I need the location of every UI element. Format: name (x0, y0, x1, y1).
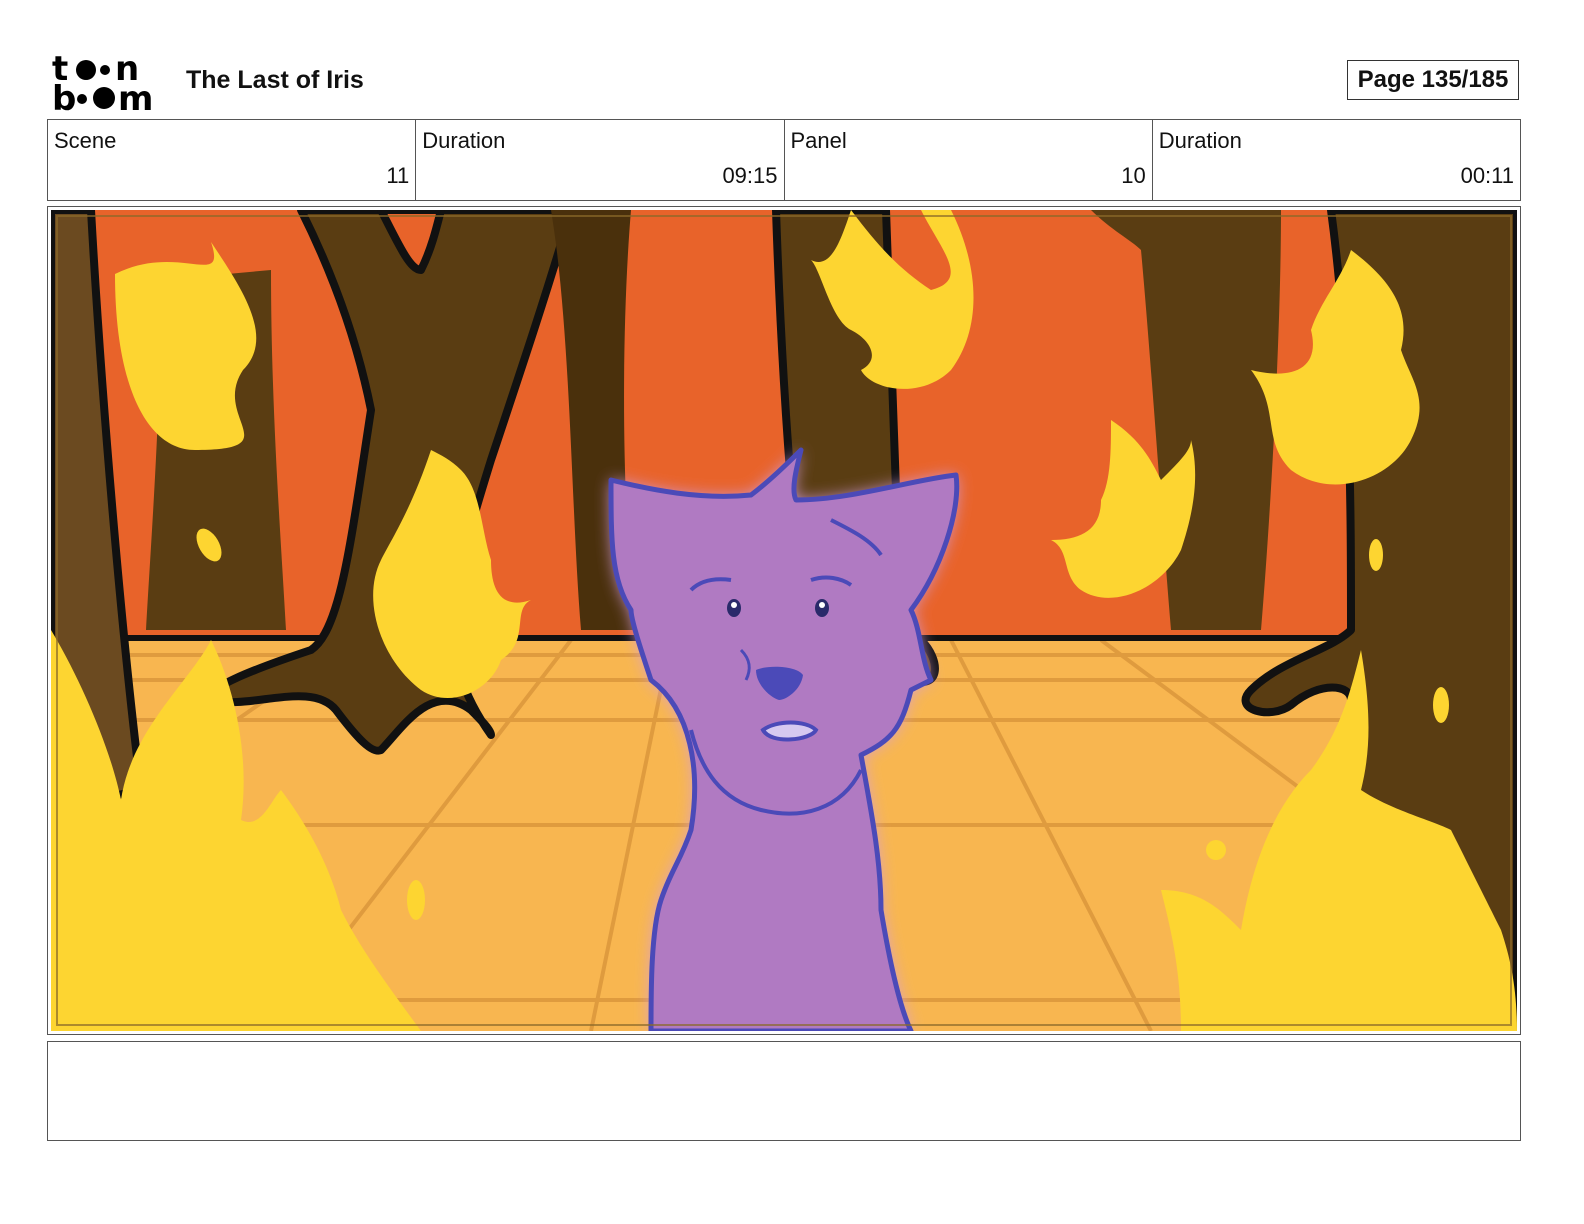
scene-info-table: Scene 11 Duration 09:15 Panel 10 Duratio… (47, 119, 1521, 201)
panel-artwork (51, 210, 1517, 1031)
scene-duration-cell: Duration 09:15 (416, 120, 785, 200)
project-title: The Last of Iris (186, 66, 364, 94)
panel-notes-box[interactable] (47, 1041, 1521, 1141)
scene-cell: Scene 11 (48, 120, 417, 200)
storyboard-panel (47, 206, 1521, 1035)
scene-value: 11 (386, 163, 410, 188)
panel-label: Panel (790, 128, 847, 153)
toon-boom-logo: t n b m (52, 49, 164, 119)
panel-duration-cell: Duration 00:11 (1153, 120, 1520, 200)
scene-duration-label: Duration (422, 128, 506, 153)
panel-duration-value: 00:11 (1460, 163, 1514, 188)
scene-duration-value: 09:15 (722, 163, 778, 188)
panel-value: 10 (1121, 163, 1146, 188)
page-label: Page 135/185 (1357, 66, 1509, 93)
panel-cell: Panel 10 (785, 120, 1153, 200)
svg-text:m: m (118, 79, 153, 114)
svg-text:b: b (52, 79, 76, 114)
panel-duration-label: Duration (1158, 128, 1242, 153)
scene-label: Scene (54, 128, 117, 153)
page-indicator: Page 135/185 (1347, 60, 1519, 100)
